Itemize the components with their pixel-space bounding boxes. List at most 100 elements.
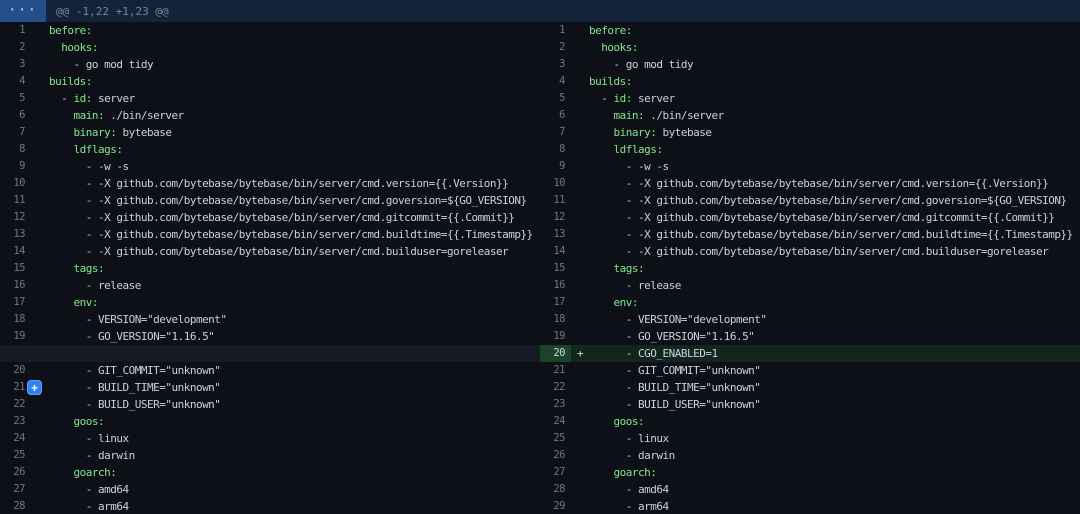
line-number[interactable]: 17 xyxy=(540,294,571,311)
diff-marker xyxy=(571,141,589,158)
line-number[interactable]: 18 xyxy=(540,311,571,328)
line-number[interactable]: 2 xyxy=(540,39,571,56)
line-number[interactable]: 2 xyxy=(0,39,31,56)
line-number[interactable]: 7 xyxy=(540,124,571,141)
diff-marker xyxy=(31,396,49,413)
line-number[interactable]: 24 xyxy=(540,413,571,430)
diff-marker xyxy=(31,311,49,328)
code-line: - id: server xyxy=(49,90,540,107)
line-number[interactable]: 1 xyxy=(0,22,31,39)
line-number[interactable]: 10 xyxy=(0,175,31,192)
right-diff-row-25: 25 - linux xyxy=(540,430,1080,447)
line-number[interactable]: 20 xyxy=(0,362,31,379)
right-diff-row-10: 10 - -X github.com/bytebase/bytebase/bin… xyxy=(540,175,1080,192)
left-diff-row-10: 10 - -X github.com/bytebase/bytebase/bin… xyxy=(0,175,540,192)
line-number[interactable]: 6 xyxy=(540,107,571,124)
diff-marker xyxy=(31,175,49,192)
diff-marker xyxy=(571,294,589,311)
code-line: - GIT_COMMIT="unknown" xyxy=(589,362,1080,379)
line-number[interactable]: 8 xyxy=(0,141,31,158)
line-number[interactable]: 11 xyxy=(0,192,31,209)
code-line: - -X github.com/bytebase/bytebase/bin/se… xyxy=(49,243,540,260)
line-number[interactable]: 29 xyxy=(540,498,571,514)
line-number[interactable]: 14 xyxy=(0,243,31,260)
add-comment-button[interactable]: + xyxy=(27,380,42,395)
line-number[interactable]: 28 xyxy=(0,498,31,514)
line-number[interactable]: 4 xyxy=(0,73,31,90)
line-number[interactable]: 16 xyxy=(0,277,31,294)
left-diff-row-9: 9 - -w -s xyxy=(0,158,540,175)
code-line: - GIT_COMMIT="unknown" xyxy=(49,362,540,379)
left-diff-row-25: 25 - darwin xyxy=(0,447,540,464)
right-diff-row-23: 23 - BUILD_USER="unknown" xyxy=(540,396,1080,413)
line-number[interactable]: 10 xyxy=(540,175,571,192)
diff-marker xyxy=(571,158,589,175)
line-number[interactable]: 23 xyxy=(540,396,571,413)
line-number[interactable]: 11 xyxy=(540,192,571,209)
line-number[interactable]: 13 xyxy=(540,226,571,243)
line-number[interactable]: 25 xyxy=(540,430,571,447)
line-number[interactable]: 6 xyxy=(0,107,31,124)
line-number[interactable]: 24 xyxy=(0,430,31,447)
line-number[interactable]: 13 xyxy=(0,226,31,243)
diff-marker xyxy=(571,209,589,226)
line-number[interactable]: 15 xyxy=(0,260,31,277)
left-diff-row-16: 16 - release xyxy=(0,277,540,294)
line-number[interactable]: 27 xyxy=(540,464,571,481)
line-number[interactable]: 27 xyxy=(0,481,31,498)
diff-marker xyxy=(571,90,589,107)
code-line: before: xyxy=(589,22,1080,39)
right-diff-row-1: 1 before: xyxy=(540,22,1080,39)
right-diff-row-22: 22 - BUILD_TIME="unknown" xyxy=(540,379,1080,396)
line-number[interactable]: 9 xyxy=(0,158,31,175)
code-line: - -X github.com/bytebase/bytebase/bin/se… xyxy=(49,192,540,209)
diff-marker xyxy=(31,56,49,73)
code-line: - VERSION="development" xyxy=(49,311,540,328)
line-number[interactable]: 5 xyxy=(0,90,31,107)
line-number[interactable]: 12 xyxy=(540,209,571,226)
line-number[interactable]: 1 xyxy=(540,22,571,39)
line-number[interactable]: 3 xyxy=(0,56,31,73)
line-number[interactable]: 26 xyxy=(0,464,31,481)
diff-marker xyxy=(31,328,49,345)
right-diff-row-11: 11 - -X github.com/bytebase/bytebase/bin… xyxy=(540,192,1080,209)
line-number[interactable]: 5 xyxy=(540,90,571,107)
line-number[interactable]: 3 xyxy=(540,56,571,73)
line-number[interactable]: 20 xyxy=(540,345,571,362)
code-line: - BUILD_TIME="unknown" xyxy=(49,379,540,396)
code-line: main: ./bin/server xyxy=(589,107,1080,124)
left-diff-row-24: 24 - linux xyxy=(0,430,540,447)
line-number[interactable]: 18 xyxy=(0,311,31,328)
line-number[interactable]: 22 xyxy=(0,396,31,413)
right-diff-row-4: 4builds: xyxy=(540,73,1080,90)
line-number[interactable]: 16 xyxy=(540,277,571,294)
line-number[interactable]: 25 xyxy=(0,447,31,464)
line-number[interactable]: 9 xyxy=(540,158,571,175)
line-number[interactable]: 14 xyxy=(540,243,571,260)
line-number[interactable]: 21 xyxy=(540,362,571,379)
expand-hunk-button[interactable]: ··· xyxy=(0,0,46,22)
line-number[interactable]: 15 xyxy=(540,260,571,277)
line-number[interactable]: 26 xyxy=(540,447,571,464)
left-diff-row-1: 1before: xyxy=(0,22,540,39)
line-number[interactable]: 19 xyxy=(0,328,31,345)
diff-marker xyxy=(571,498,589,514)
line-number[interactable]: 7 xyxy=(0,124,31,141)
line-number[interactable]: 8 xyxy=(540,141,571,158)
line-number[interactable]: 4 xyxy=(540,73,571,90)
line-number[interactable]: 17 xyxy=(0,294,31,311)
line-number[interactable]: 12 xyxy=(0,209,31,226)
line-number[interactable]: 23 xyxy=(0,413,31,430)
right-diff-row-7: 7 binary: bytebase xyxy=(540,124,1080,141)
left-diff-row-18: 18 - VERSION="development" xyxy=(0,311,540,328)
diff-marker xyxy=(571,362,589,379)
code-line: - go mod tidy xyxy=(49,56,540,73)
line-number[interactable]: 28 xyxy=(540,481,571,498)
line-number[interactable]: 22 xyxy=(540,379,571,396)
diff-left-pane: 1before:2 hooks:3 - go mod tidy4builds:5… xyxy=(0,22,540,514)
left-diff-row-4: 4builds: xyxy=(0,73,540,90)
right-diff-row-13: 13 - -X github.com/bytebase/bytebase/bin… xyxy=(540,226,1080,243)
line-number[interactable]: 19 xyxy=(540,328,571,345)
right-diff-row-5: 5 - id: server xyxy=(540,90,1080,107)
code-line: - linux xyxy=(589,430,1080,447)
